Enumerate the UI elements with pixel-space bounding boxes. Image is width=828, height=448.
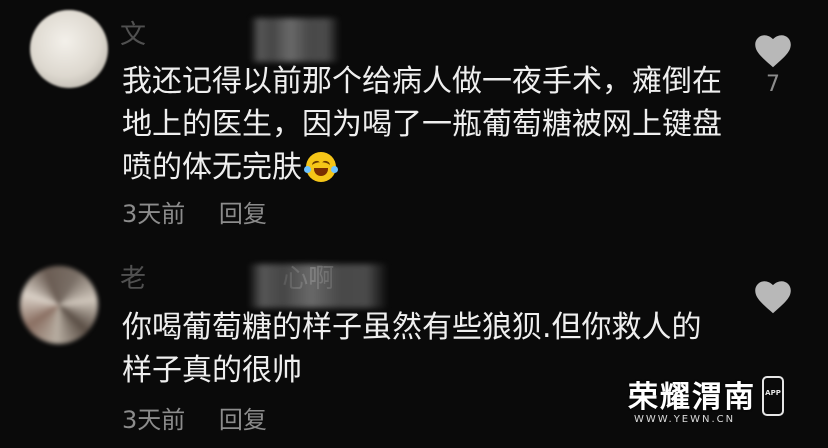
heart-icon[interactable] [754, 34, 792, 68]
heart-icon[interactable] [754, 280, 792, 314]
watermark: 荣耀渭南 WWW.YEWN.CN APP [628, 372, 818, 432]
comment-meta: 3天前 回复 [122, 194, 267, 229]
username[interactable]: 老 心啊 [120, 258, 388, 308]
watermark-app-label: APP [765, 389, 781, 397]
username-blur [250, 18, 340, 62]
comment-item: 文 我还记得以前那个给病人做一夜手术，瘫倒在 地上的医生，因为喝了一瓶葡萄糖被网… [0, 0, 828, 250]
comment-line: 地上的医生，因为喝了一瓶葡萄糖被网上键盘 [122, 107, 722, 142]
phone-icon: APP [762, 376, 784, 416]
username[interactable]: 文 [120, 14, 340, 62]
comment-line: 我还记得以前那个给病人做一夜手术，瘫倒在 [122, 64, 722, 99]
watermark-url: WWW.YEWN.CN [634, 414, 736, 425]
watermark-title: 荣耀渭南 [628, 380, 756, 415]
like-button[interactable]: 7 [748, 34, 798, 97]
like-count: 7 [766, 72, 780, 97]
reply-button[interactable]: 回复 [219, 400, 267, 435]
comment-text: 我还记得以前那个给病人做一夜手术，瘫倒在 地上的医生，因为喝了一瓶葡萄糖被网上键… [122, 60, 742, 189]
comment-line: 你喝葡萄糖的样子虽然有些狼狈.但你救人的 [122, 310, 702, 345]
comment-line: 喷的体无完肤 [122, 146, 742, 189]
comment-time: 3天前 [122, 200, 186, 228]
comment-time: 3天前 [122, 406, 186, 434]
avatar[interactable] [20, 266, 98, 344]
laughing-crying-emoji [304, 152, 338, 182]
like-button[interactable] [748, 280, 798, 318]
reply-button[interactable]: 回复 [219, 194, 267, 229]
username-blur [248, 264, 388, 308]
comment-meta: 3天前 回复 [122, 400, 267, 435]
avatar[interactable] [30, 10, 108, 88]
